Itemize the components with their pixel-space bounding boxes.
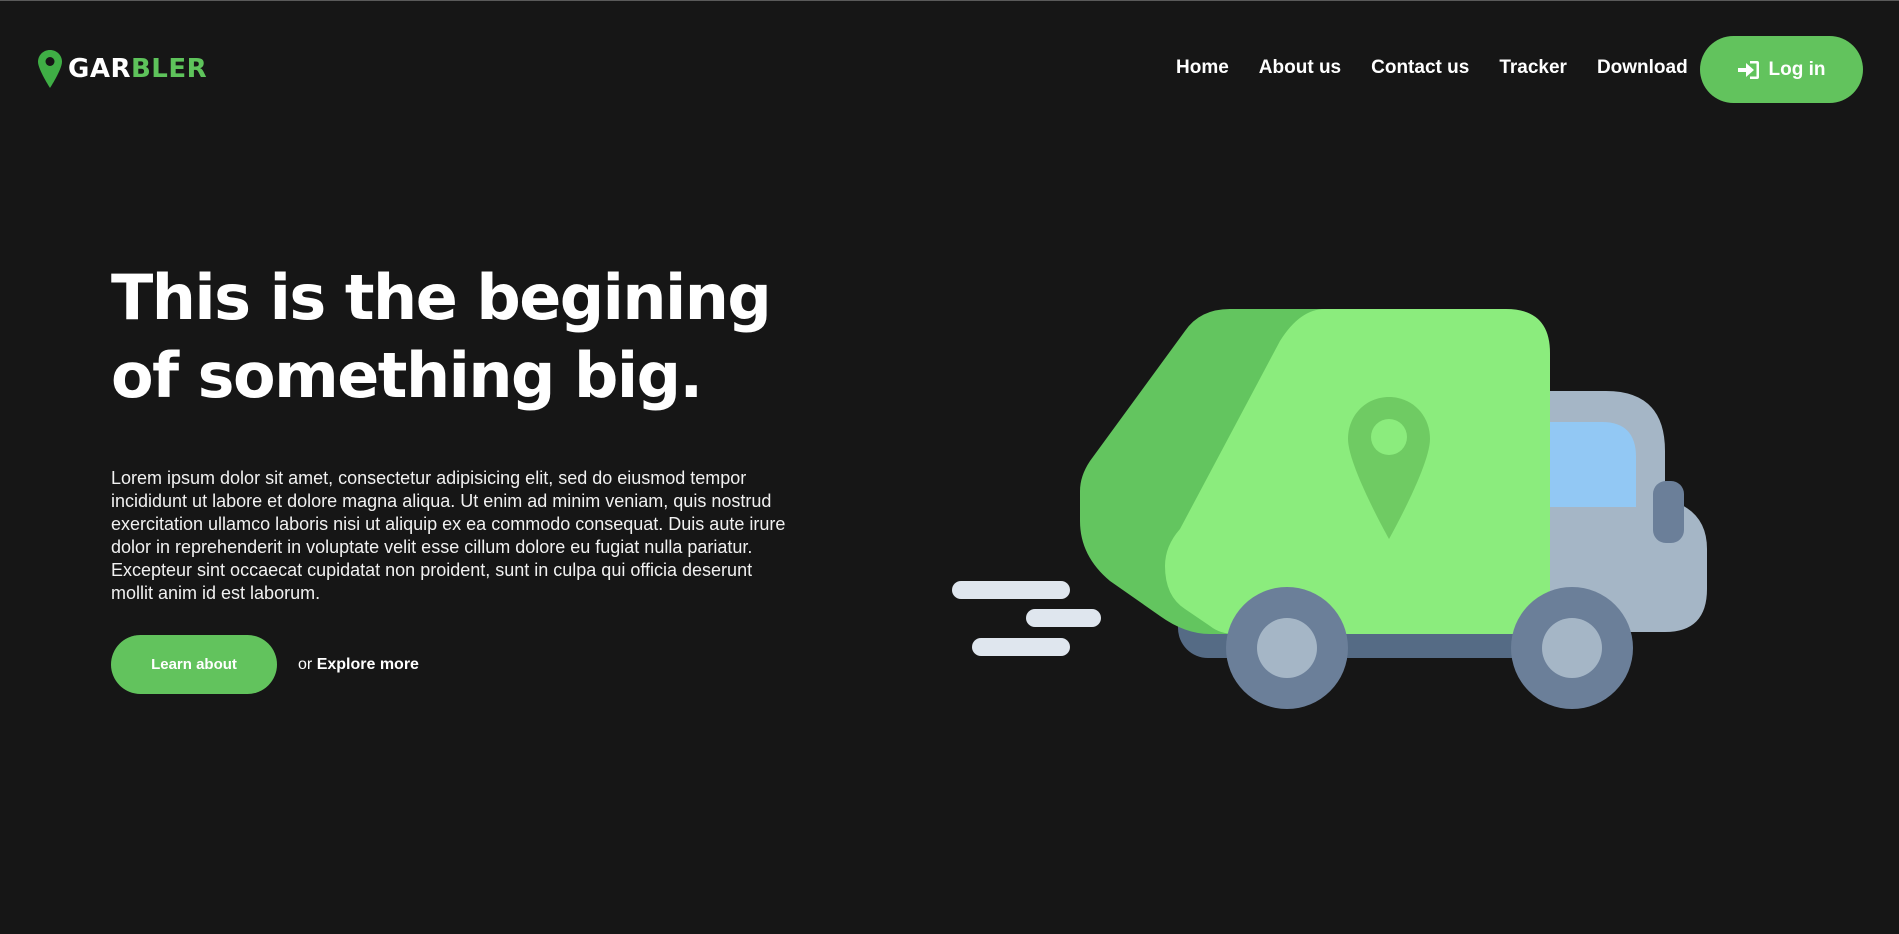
login-button[interactable]: Log in [1700,36,1863,103]
nav-home-link[interactable]: Home [1176,57,1229,79]
brand-wordmark-part1: GAR [68,54,131,84]
explore-more-text: or Explore more [298,656,419,674]
map-pin-icon [38,50,62,88]
learn-about-button[interactable]: Learn about [111,635,277,694]
truck-wheel-front-hub [1542,618,1602,678]
hero-title-line2: of something big. [111,339,703,412]
speed-line [1026,609,1101,627]
nav-tracker-link[interactable]: Tracker [1499,57,1567,79]
speed-line [972,638,1070,656]
speed-line [952,581,1070,599]
brand-wordmark-part2: BLER [130,54,208,84]
hero-title: This is the begining of something big. [111,259,811,415]
garbage-truck-illustration [952,309,1707,709]
site-header: GARBLER Home About us Contact us Tracker… [0,1,1899,141]
explore-prefix: or [298,655,313,673]
hero-title-line1: This is the begining [111,261,772,334]
cta-row: Learn about or Explore more [111,635,419,694]
explore-more-link[interactable]: Explore more [317,656,419,673]
brand-wordmark: GARBLER [68,56,207,82]
truck-wheel-rear-hub [1257,618,1317,678]
container-pin-hole [1371,419,1407,455]
brand-logo[interactable]: GARBLER [38,49,207,89]
nav-about-link[interactable]: About us [1259,57,1341,79]
truck-mirror [1653,481,1684,543]
hero-description: Lorem ipsum dolor sit amet, consectetur … [111,468,786,603]
nav-contact-link[interactable]: Contact us [1371,57,1469,79]
login-button-label: Log in [1768,58,1826,80]
sign-in-icon [1737,60,1759,79]
truck-window [1540,422,1636,507]
nav-download-link[interactable]: Download [1597,57,1688,79]
main-nav: Home About us Contact us Tracker Downloa… [1176,57,1718,79]
